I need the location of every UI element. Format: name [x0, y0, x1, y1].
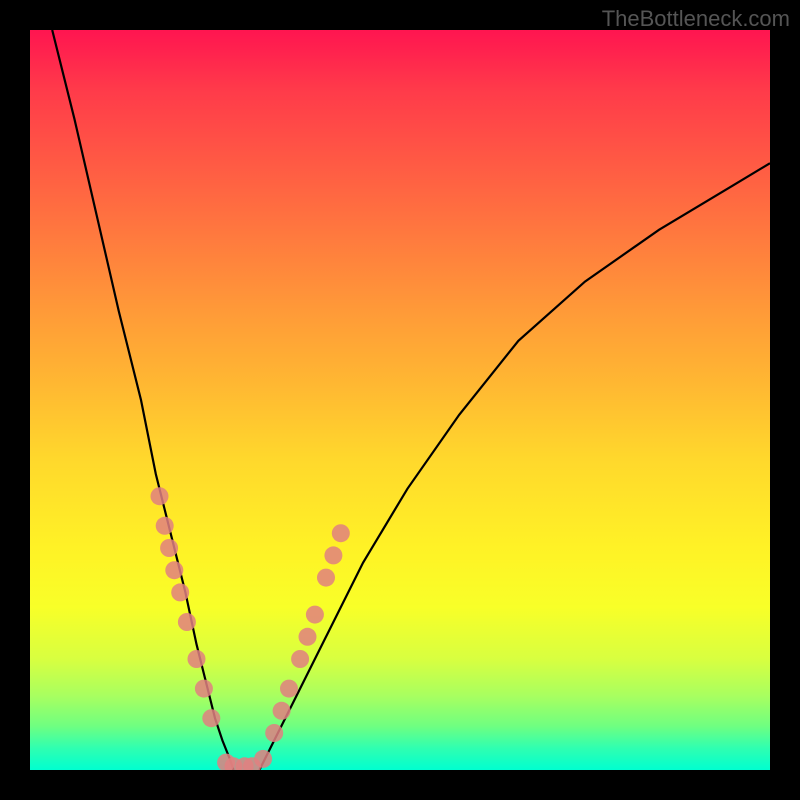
data-marker — [254, 750, 272, 768]
data-marker — [188, 650, 206, 668]
data-marker — [151, 487, 169, 505]
data-marker — [160, 539, 178, 557]
marker-group — [151, 487, 350, 770]
data-marker — [291, 650, 309, 668]
data-marker — [171, 583, 189, 601]
curve-right-curve — [259, 163, 770, 770]
data-marker — [165, 561, 183, 579]
watermark-text: TheBottleneck.com — [602, 6, 790, 32]
data-marker — [332, 524, 350, 542]
data-marker — [202, 709, 220, 727]
data-marker — [280, 680, 298, 698]
data-marker — [306, 606, 324, 624]
data-marker — [265, 724, 283, 742]
data-marker — [317, 569, 335, 587]
chart-svg — [30, 30, 770, 770]
data-marker — [156, 517, 174, 535]
data-marker — [324, 546, 342, 564]
data-marker — [273, 702, 291, 720]
data-marker — [299, 628, 317, 646]
data-marker — [195, 680, 213, 698]
data-marker — [178, 613, 196, 631]
curve-group — [52, 30, 770, 770]
curve-left-curve — [52, 30, 233, 770]
chart-plot-area — [30, 30, 770, 770]
